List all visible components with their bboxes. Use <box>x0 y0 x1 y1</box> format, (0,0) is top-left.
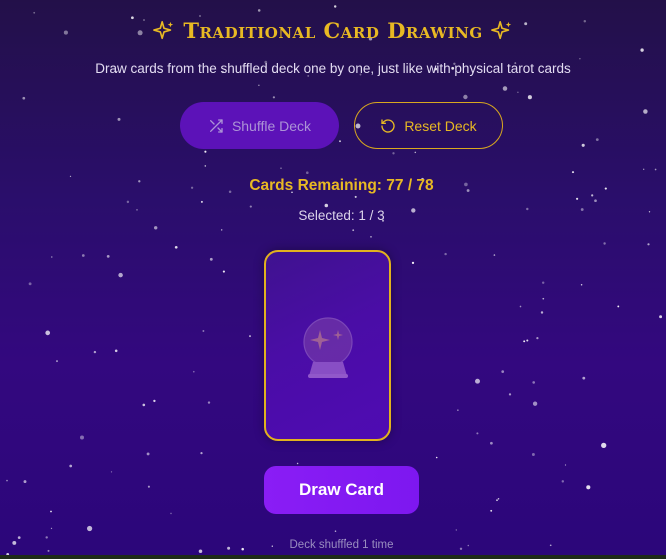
crystal-ball-icon <box>300 316 356 383</box>
header: Traditional Card Drawing <box>0 18 666 43</box>
draw-card-button[interactable]: Draw Card <box>264 466 419 514</box>
page-title: Traditional Card Drawing <box>183 18 483 43</box>
shuffle-deck-label: Shuffle Deck <box>231 117 312 134</box>
page-subtitle: Draw cards from the shuffled deck one by… <box>95 61 571 76</box>
reset-deck-label: Reset Deck <box>404 117 477 134</box>
cards-remaining-counter: Cards Remaining: 77 / 78 <box>249 177 434 194</box>
shuffle-deck-button[interactable]: Shuffle Deck <box>180 102 339 149</box>
rotate-ccw-icon <box>380 118 396 134</box>
sparkles-icon <box>153 20 175 42</box>
shuffle-icon <box>208 118 224 134</box>
shuffle-count-note: Deck shuffled 1 time <box>289 539 394 551</box>
selected-counter: Selected: 1 / 3 <box>298 208 385 223</box>
deck-card[interactable] <box>264 250 391 441</box>
sparkles-icon <box>490 20 513 42</box>
reset-deck-button[interactable]: Reset Deck <box>354 102 503 149</box>
